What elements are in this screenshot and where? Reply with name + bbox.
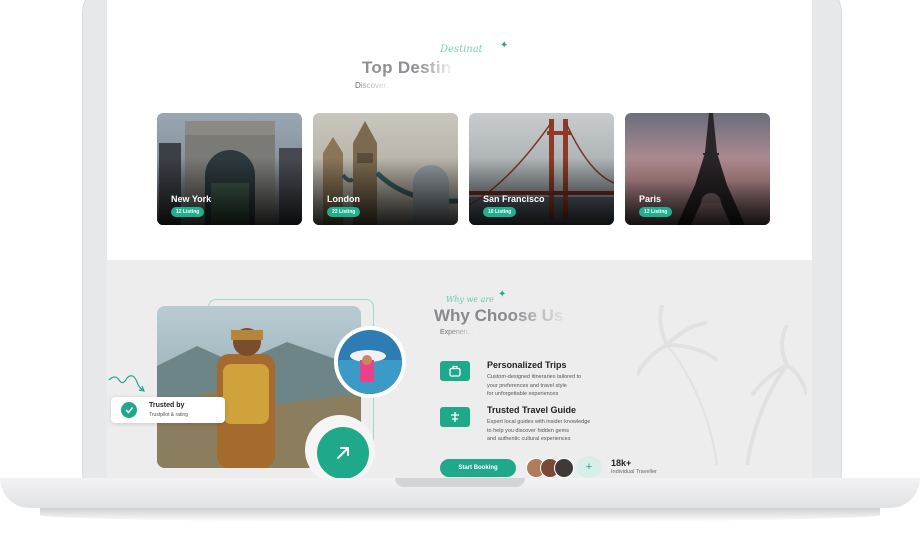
arrow-up-right-button[interactable] [317,427,369,478]
start-booking-button[interactable]: Start Booking [440,459,516,477]
traveller-count: 18k+ [611,458,632,468]
arrow-up-right-icon [337,447,349,459]
sprig-icon: ✦ [500,40,509,51]
destinations-script-label: Destinat [440,44,483,55]
avatar [554,458,574,478]
feature-title: Personalized Trips [487,360,567,370]
listing-badge: 10 Listing [483,207,517,217]
destination-card-paris[interactable]: Paris 12 Listing [625,113,770,225]
plus-icon[interactable]: + [576,456,602,478]
laptop-mockup: Destinat ✦ Top Destin Discover... New Yo… [0,0,920,533]
city-name: San Francisco [483,194,545,204]
sprig-icon: ✦ [498,289,507,300]
feature-description: Custom-designed itineraries tailored to … [487,374,582,397]
destination-card-london[interactable]: London 22 Listing [313,113,458,225]
laptop-shadow [40,508,880,522]
signpost-icon [440,407,470,427]
listing-badge: 22 Listing [327,207,361,217]
city-name: Paris [639,194,662,204]
listing-badge: 12 Listing [171,207,205,217]
feature-title: Trusted Travel Guide [487,405,577,415]
destinations-subtitle: Discover... [355,81,393,90]
city-name: New York [171,194,212,204]
city-name: London [327,194,360,204]
traveller-count-label: Individual Traveller [611,469,657,475]
laptop-screen: Destinat ✦ Top Destin Discover... New Yo… [107,0,812,478]
destination-card-new-york[interactable]: New York 12 Listing [157,113,302,225]
destinations-title: Top Destin [362,58,452,77]
check-icon [121,402,137,418]
laptop-notch [395,478,525,487]
why-title: Why Choose Us [434,306,564,325]
traveler-image [338,330,402,394]
destination-cards: New York 12 Listing London 22 Listing Sa… [157,113,770,225]
listing-badge: 12 Listing [639,207,673,217]
suitcase-icon [440,361,470,381]
trust-badge: Trusted by Trustpilot & rating [111,397,225,423]
traveler-circle-photo [334,326,406,398]
feature-description: Expert local guides with insider knowled… [487,419,591,442]
why-subtitle: Experien... [440,329,474,336]
trust-subtitle: Trustpilot & rating [149,412,188,418]
destination-card-san-francisco[interactable]: San Francisco 10 Listing [469,113,614,225]
trust-title: Trusted by [149,402,185,409]
why-script-label: Why we are [446,295,494,304]
palm-leaves-decoration [637,305,807,465]
curly-arrow-icon [108,375,145,392]
